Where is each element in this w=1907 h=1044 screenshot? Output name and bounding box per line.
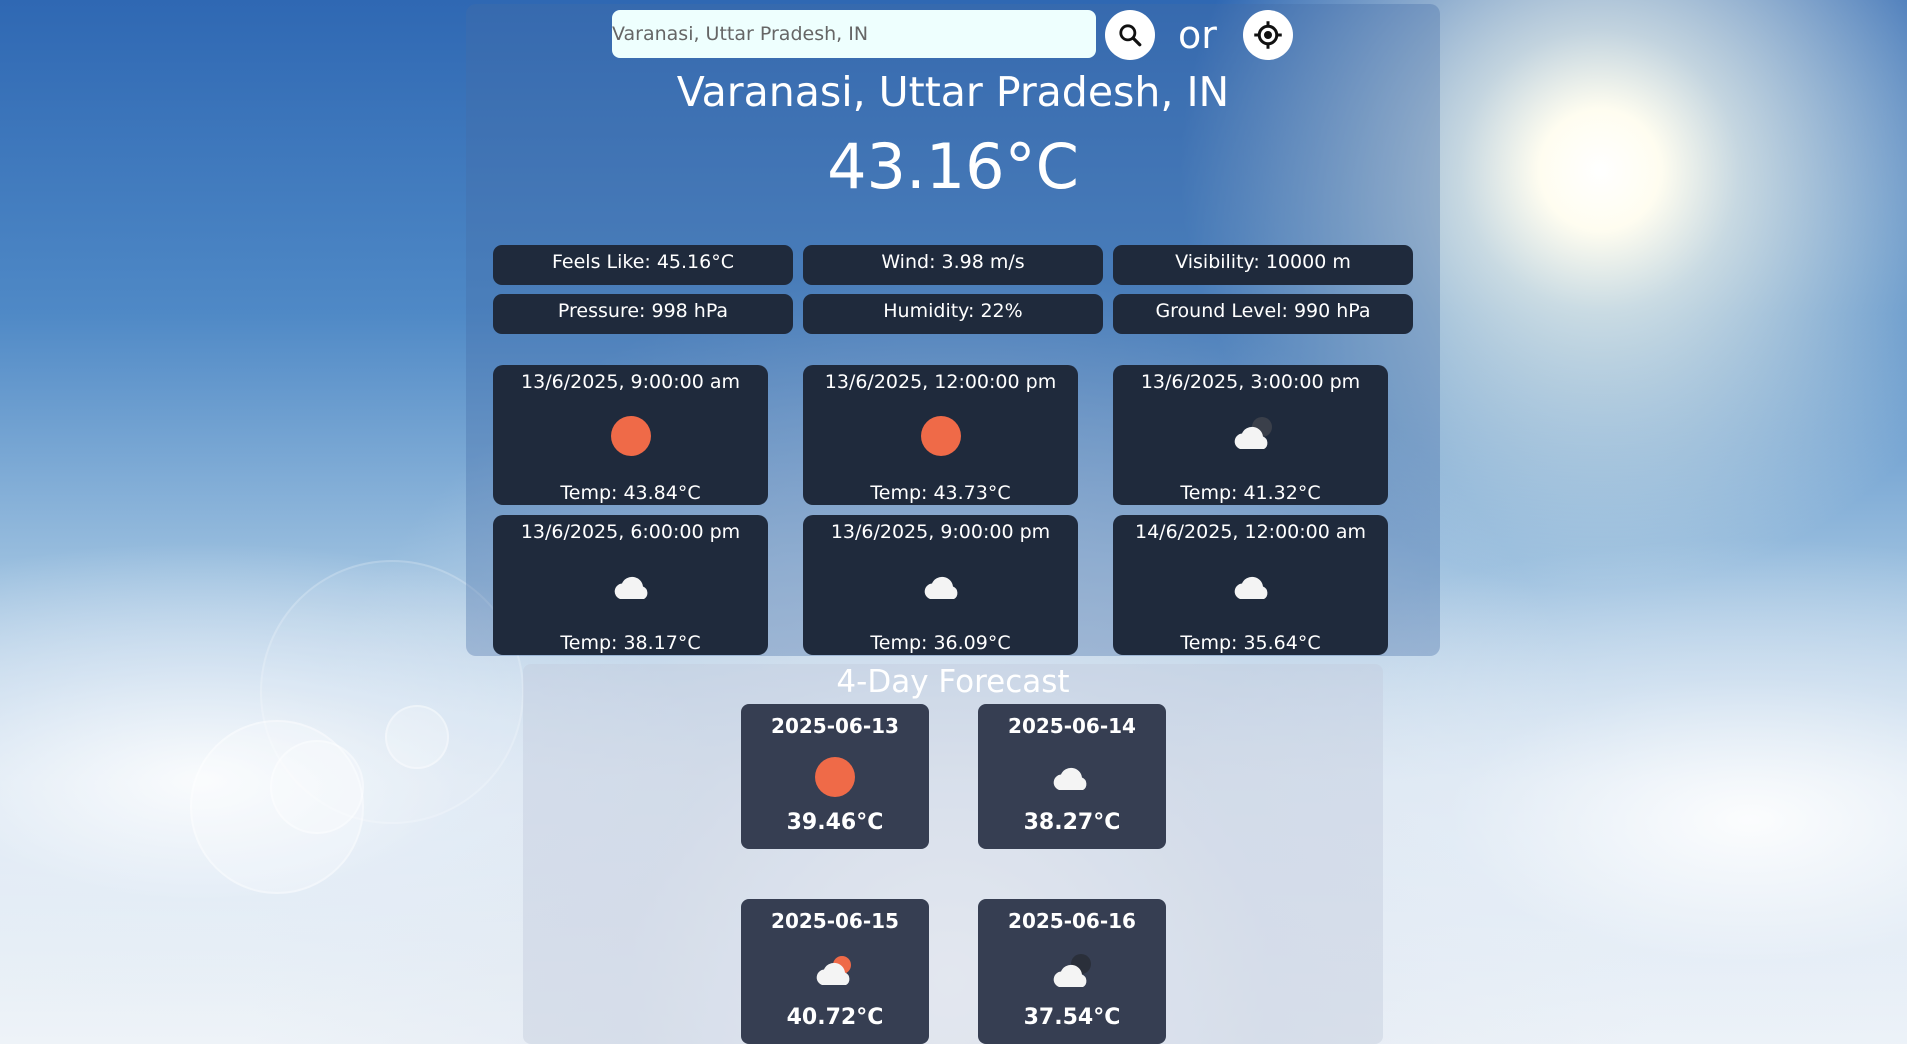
stat-humidity: Humidity: 22% <box>803 294 1103 334</box>
hourly-card: 13/6/2025, 12:00:00 pm Temp: 43.73°C <box>803 365 1078 505</box>
hourly-time: 13/6/2025, 12:00:00 pm <box>824 371 1057 393</box>
forecast-temp: 39.46°C <box>786 810 884 835</box>
search-button[interactable] <box>1105 10 1155 60</box>
hourly-time: 13/6/2025, 9:00:00 pm <box>830 521 1051 543</box>
forecast-day-card: 2025-06-14 38.27°C <box>978 704 1166 849</box>
cloud-sun-icon <box>810 947 860 997</box>
hourly-temp: Temp: 41.32°C <box>1180 482 1321 504</box>
city-title: Varanasi, Uttar Pradesh, IN <box>676 68 1230 116</box>
hourly-temp: Temp: 43.73°C <box>870 482 1011 504</box>
forecast-day-card: 2025-06-13 39.46°C <box>741 704 929 849</box>
cloud-icon <box>1228 563 1274 609</box>
stat-ground-level: Ground Level: 990 hPa <box>1113 294 1413 334</box>
forecast-temp: 37.54°C <box>1023 1005 1121 1030</box>
forecast-panel <box>523 664 1383 1044</box>
crosshair-location-icon <box>1254 21 1282 49</box>
hourly-time: 13/6/2025, 6:00:00 pm <box>520 521 741 543</box>
forecast-date: 2025-06-15 <box>771 909 899 933</box>
or-label: or <box>1178 13 1217 57</box>
forecast-temp: 40.72°C <box>786 1005 884 1030</box>
hourly-temp: Temp: 35.64°C <box>1180 632 1321 654</box>
sun-icon <box>918 413 964 459</box>
stat-wind: Wind: 3.98 m/s <box>803 245 1103 285</box>
forecast-day-card: 2025-06-16 37.54°C <box>978 899 1166 1044</box>
hourly-card: 13/6/2025, 9:00:00 pm Temp: 36.09°C <box>803 515 1078 655</box>
hourly-temp: Temp: 36.09°C <box>870 632 1011 654</box>
hourly-time: 14/6/2025, 12:00:00 am <box>1134 521 1367 543</box>
cloud-icon <box>1047 752 1097 802</box>
hourly-card: 13/6/2025, 3:00:00 pm Temp: 41.32°C <box>1113 365 1388 505</box>
forecast-temp: 38.27°C <box>1023 810 1121 835</box>
stat-feels-like: Feels Like: 45.16°C <box>493 245 793 285</box>
forecast-date: 2025-06-14 <box>1008 714 1136 738</box>
sun-icon <box>608 413 654 459</box>
search-icon <box>1119 24 1142 47</box>
forecast-date: 2025-06-13 <box>771 714 899 738</box>
hourly-card: 13/6/2025, 6:00:00 pm Temp: 38.17°C <box>493 515 768 655</box>
forecast-date: 2025-06-16 <box>1008 909 1136 933</box>
stat-pressure: Pressure: 998 hPa <box>493 294 793 334</box>
cloud-icon <box>918 563 964 609</box>
cloud-icon <box>608 563 654 609</box>
sun-icon <box>810 752 860 802</box>
hourly-card: 14/6/2025, 12:00:00 am Temp: 35.64°C <box>1113 515 1388 655</box>
hourly-time: 13/6/2025, 9:00:00 am <box>521 371 740 393</box>
hourly-temp: Temp: 43.84°C <box>560 482 701 504</box>
forecast-day-card: 2025-06-15 40.72°C <box>741 899 929 1044</box>
forecast-title: 4-Day Forecast <box>836 664 1070 700</box>
hourly-card: 13/6/2025, 9:00:00 am Temp: 43.84°C <box>493 365 768 505</box>
cloud-night-icon <box>1047 947 1097 997</box>
hourly-time: 13/6/2025, 3:00:00 pm <box>1140 371 1361 393</box>
current-temperature: 43.16°C <box>827 130 1079 203</box>
current-location-button[interactable] <box>1243 10 1293 60</box>
stat-visibility: Visibility: 10000 m <box>1113 245 1413 285</box>
cloud-night-icon <box>1228 413 1274 459</box>
hourly-temp: Temp: 38.17°C <box>560 632 701 654</box>
search-input[interactable] <box>612 10 1096 58</box>
